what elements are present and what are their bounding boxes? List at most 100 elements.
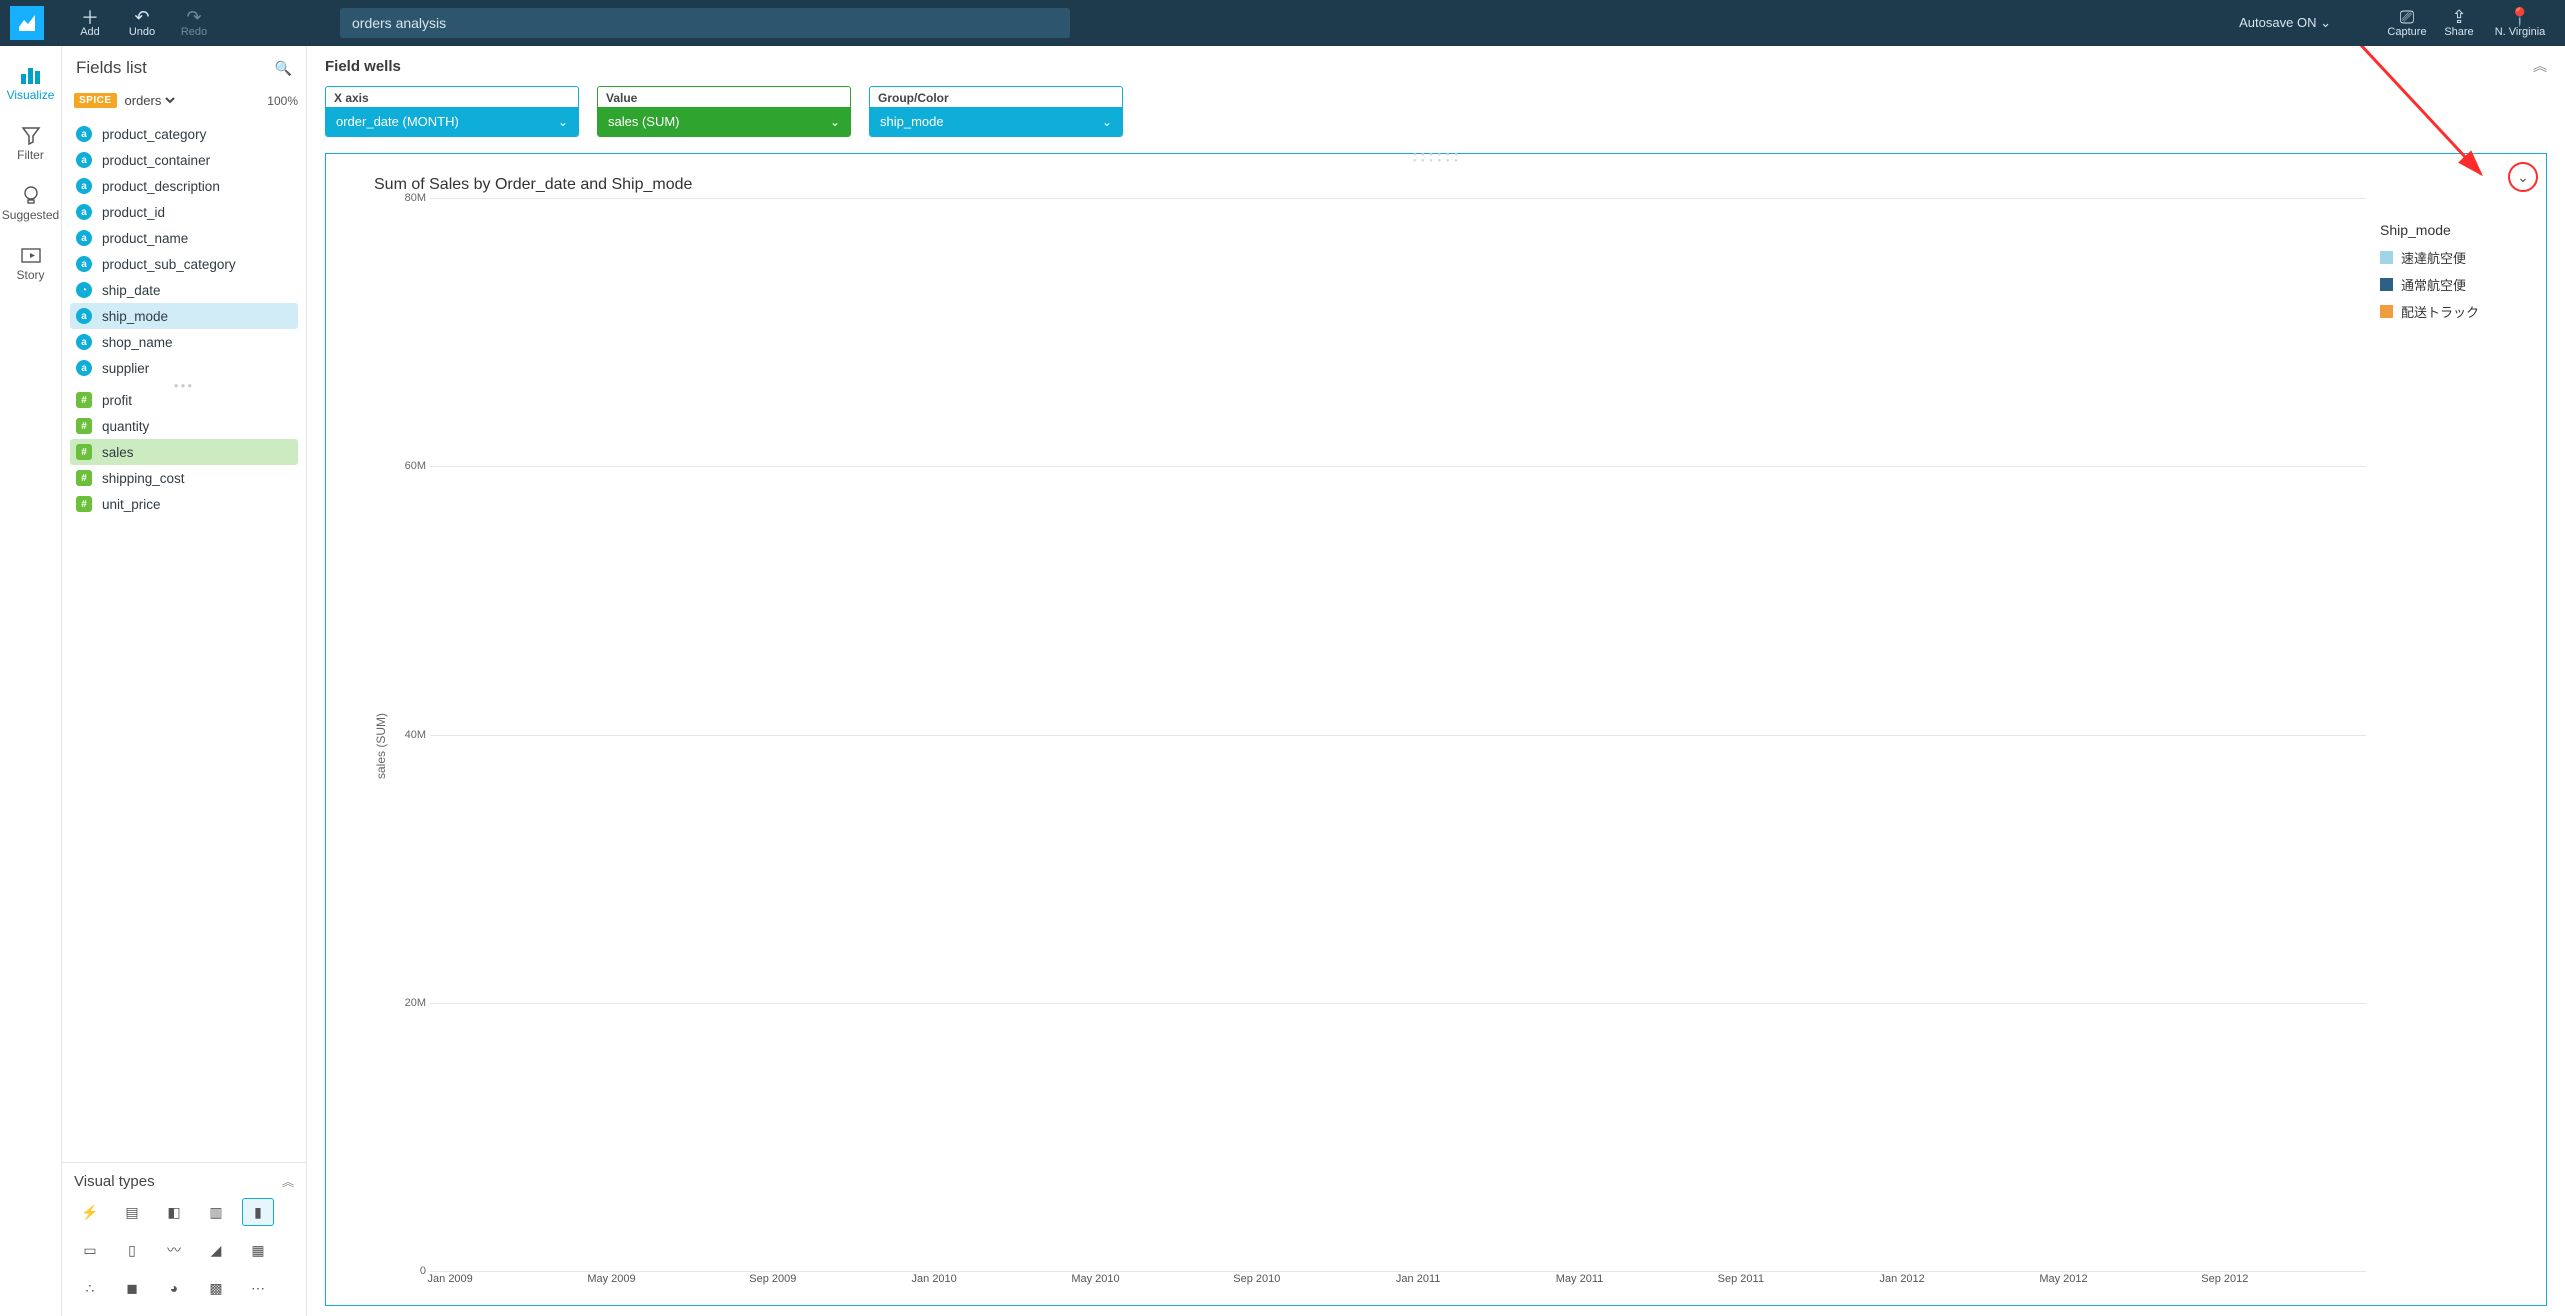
visual-type-1[interactable]: ▤ [116, 1198, 148, 1226]
field-ship_date[interactable]: ◔ship_date [70, 277, 298, 303]
x-tick: May 2011 [1556, 1273, 1604, 1285]
visual-type-6[interactable]: ▯ [116, 1236, 148, 1264]
x-tick: Sep 2009 [749, 1273, 796, 1285]
redo-button[interactable]: ↷Redo [168, 8, 220, 38]
x-tick: May 2012 [2039, 1273, 2087, 1285]
field-product_description[interactable]: aproduct_description [70, 173, 298, 199]
x-tick: Jan 2011 [1396, 1273, 1440, 1285]
field-product_container[interactable]: aproduct_container [70, 147, 298, 173]
field-supplier[interactable]: asupplier [70, 355, 298, 381]
field-sales[interactable]: #sales [70, 439, 298, 465]
rail-visualize[interactable]: Visualize [0, 54, 61, 114]
dim-icon: ◔ [76, 282, 92, 298]
visual-type-10[interactable]: ∴ [74, 1274, 106, 1302]
field-product_name[interactable]: aproduct_name [70, 225, 298, 251]
redo-icon: ↷ [168, 8, 220, 26]
analysis-title-input[interactable] [340, 8, 1070, 38]
collapse-wells-icon[interactable]: ︽ [2533, 56, 2547, 76]
pin-icon: 📍 [2485, 8, 2555, 26]
visual-menu-button[interactable]: ⌄ [2508, 162, 2538, 192]
canvas: Field wells ︽ X axis order_date (MONTH)⌄… [307, 46, 2565, 1316]
visual-type-3[interactable]: ▥ [200, 1198, 232, 1226]
visual-type-8[interactable]: ◢ [200, 1236, 232, 1264]
field-product_sub_category[interactable]: aproduct_sub_category [70, 251, 298, 277]
drag-handle-icon[interactable]: ● ● ● ● ● ●● ● ● ● ● ● [1413, 152, 1460, 164]
x-tick: May 2009 [587, 1273, 635, 1285]
x-tick: Jan 2009 [428, 1273, 473, 1285]
chart-title: Sum of Sales by Order_date and Ship_mode [374, 176, 2516, 194]
bar-chart-icon [0, 62, 61, 88]
measure-icon: # [76, 470, 92, 486]
field-product_id[interactable]: aproduct_id [70, 199, 298, 225]
legend-swatch [2380, 278, 2393, 291]
y-tick: 20M [392, 997, 426, 1009]
rail-suggested[interactable]: Suggested [0, 174, 61, 234]
visual-type-2[interactable]: ◧ [158, 1198, 190, 1226]
field-quantity[interactable]: #quantity [70, 413, 298, 439]
legend-title: Ship_mode [2380, 222, 2516, 238]
dim-icon: a [76, 308, 92, 324]
top-bar: ＋Add ↶Undo ↷Redo Autosave ON ⌄ ⎚Capture … [0, 0, 2565, 46]
visual-type-9[interactable]: ▦ [242, 1236, 274, 1264]
chevron-down-icon[interactable]: ⌄ [830, 115, 840, 129]
field-ship_mode[interactable]: aship_mode [70, 303, 298, 329]
visual-type-4[interactable]: ▮ [242, 1198, 274, 1226]
undo-button[interactable]: ↶Undo [116, 8, 168, 38]
x-tick: Sep 2012 [2201, 1273, 2248, 1285]
visual-type-11[interactable]: ◼ [116, 1274, 148, 1302]
undo-icon: ↶ [116, 8, 168, 26]
dim-icon: a [76, 178, 92, 194]
chevron-down-icon[interactable]: ⌄ [558, 115, 568, 129]
visual-type-7[interactable]: 〰 [158, 1236, 190, 1264]
play-icon [0, 242, 61, 268]
well-group[interactable]: Group/Color ship_mode⌄ [869, 86, 1123, 137]
visual-type-0[interactable]: ⚡ [74, 1198, 106, 1226]
well-value[interactable]: Value sales (SUM)⌄ [597, 86, 851, 137]
chevron-down-icon[interactable]: ⌄ [1102, 115, 1112, 129]
y-tick: 80M [392, 192, 426, 204]
visual-type-14[interactable]: ⋯ [242, 1274, 274, 1302]
autosave-toggle[interactable]: Autosave ON ⌄ [2239, 15, 2331, 31]
left-rail: Visualize Filter Suggested Story [0, 46, 62, 1316]
field-profit[interactable]: #profit [70, 387, 298, 413]
share-button[interactable]: ⇪Share [2433, 8, 2485, 38]
field-shop_name[interactable]: ashop_name [70, 329, 298, 355]
spice-percent: 100% [267, 94, 298, 108]
well-xaxis[interactable]: X axis order_date (MONTH)⌄ [325, 86, 579, 137]
capture-button[interactable]: ⎚Capture [2381, 8, 2433, 38]
visual-type-13[interactable]: ▩ [200, 1274, 232, 1302]
legend-swatch [2380, 251, 2393, 264]
dim-icon: a [76, 334, 92, 350]
region-button[interactable]: 📍N. Virginia [2485, 8, 2555, 38]
fields-panel: Fields list 🔍 SPICE orders 100% aproduct… [62, 46, 307, 1316]
dim-icon: a [76, 204, 92, 220]
field-product_category[interactable]: aproduct_category [70, 121, 298, 147]
measure-icon: # [76, 418, 92, 434]
dataset-select[interactable]: orders [121, 92, 178, 109]
x-tick: Jan 2012 [1880, 1273, 1925, 1285]
chevron-down-icon: ⌄ [2320, 15, 2331, 30]
field-unit_price[interactable]: #unit_price [70, 491, 298, 517]
field-shipping_cost[interactable]: #shipping_cost [70, 465, 298, 491]
legend-item[interactable]: 通常航空便 [2380, 275, 2516, 294]
x-tick: Jan 2010 [912, 1273, 957, 1285]
rail-filter[interactable]: Filter [0, 114, 61, 174]
rail-story[interactable]: Story [0, 234, 61, 294]
dim-icon: a [76, 230, 92, 246]
x-tick: Sep 2010 [1233, 1273, 1280, 1285]
collapse-icon[interactable]: ︽ [282, 1173, 294, 1190]
x-tick: Sep 2011 [1718, 1273, 1764, 1285]
chart-container: ● ● ● ● ● ●● ● ● ● ● ● ⌄ Sum of Sales by… [325, 153, 2547, 1306]
visual-type-12[interactable]: ◕ [158, 1274, 190, 1302]
legend-swatch [2380, 305, 2393, 318]
visual-type-5[interactable]: ▭ [74, 1236, 106, 1264]
search-icon[interactable]: 🔍 [275, 60, 292, 77]
legend-item[interactable]: 速達航空便 [2380, 248, 2516, 267]
app-logo[interactable] [10, 6, 44, 40]
measure-icon: # [76, 444, 92, 460]
legend-item[interactable]: 配送トラック [2380, 302, 2516, 321]
plus-icon: ＋ [64, 8, 116, 26]
legend: Ship_mode 速達航空便通常航空便配送トラック [2366, 198, 2516, 1295]
add-button[interactable]: ＋Add [64, 8, 116, 38]
share-icon: ⇪ [2433, 8, 2485, 26]
